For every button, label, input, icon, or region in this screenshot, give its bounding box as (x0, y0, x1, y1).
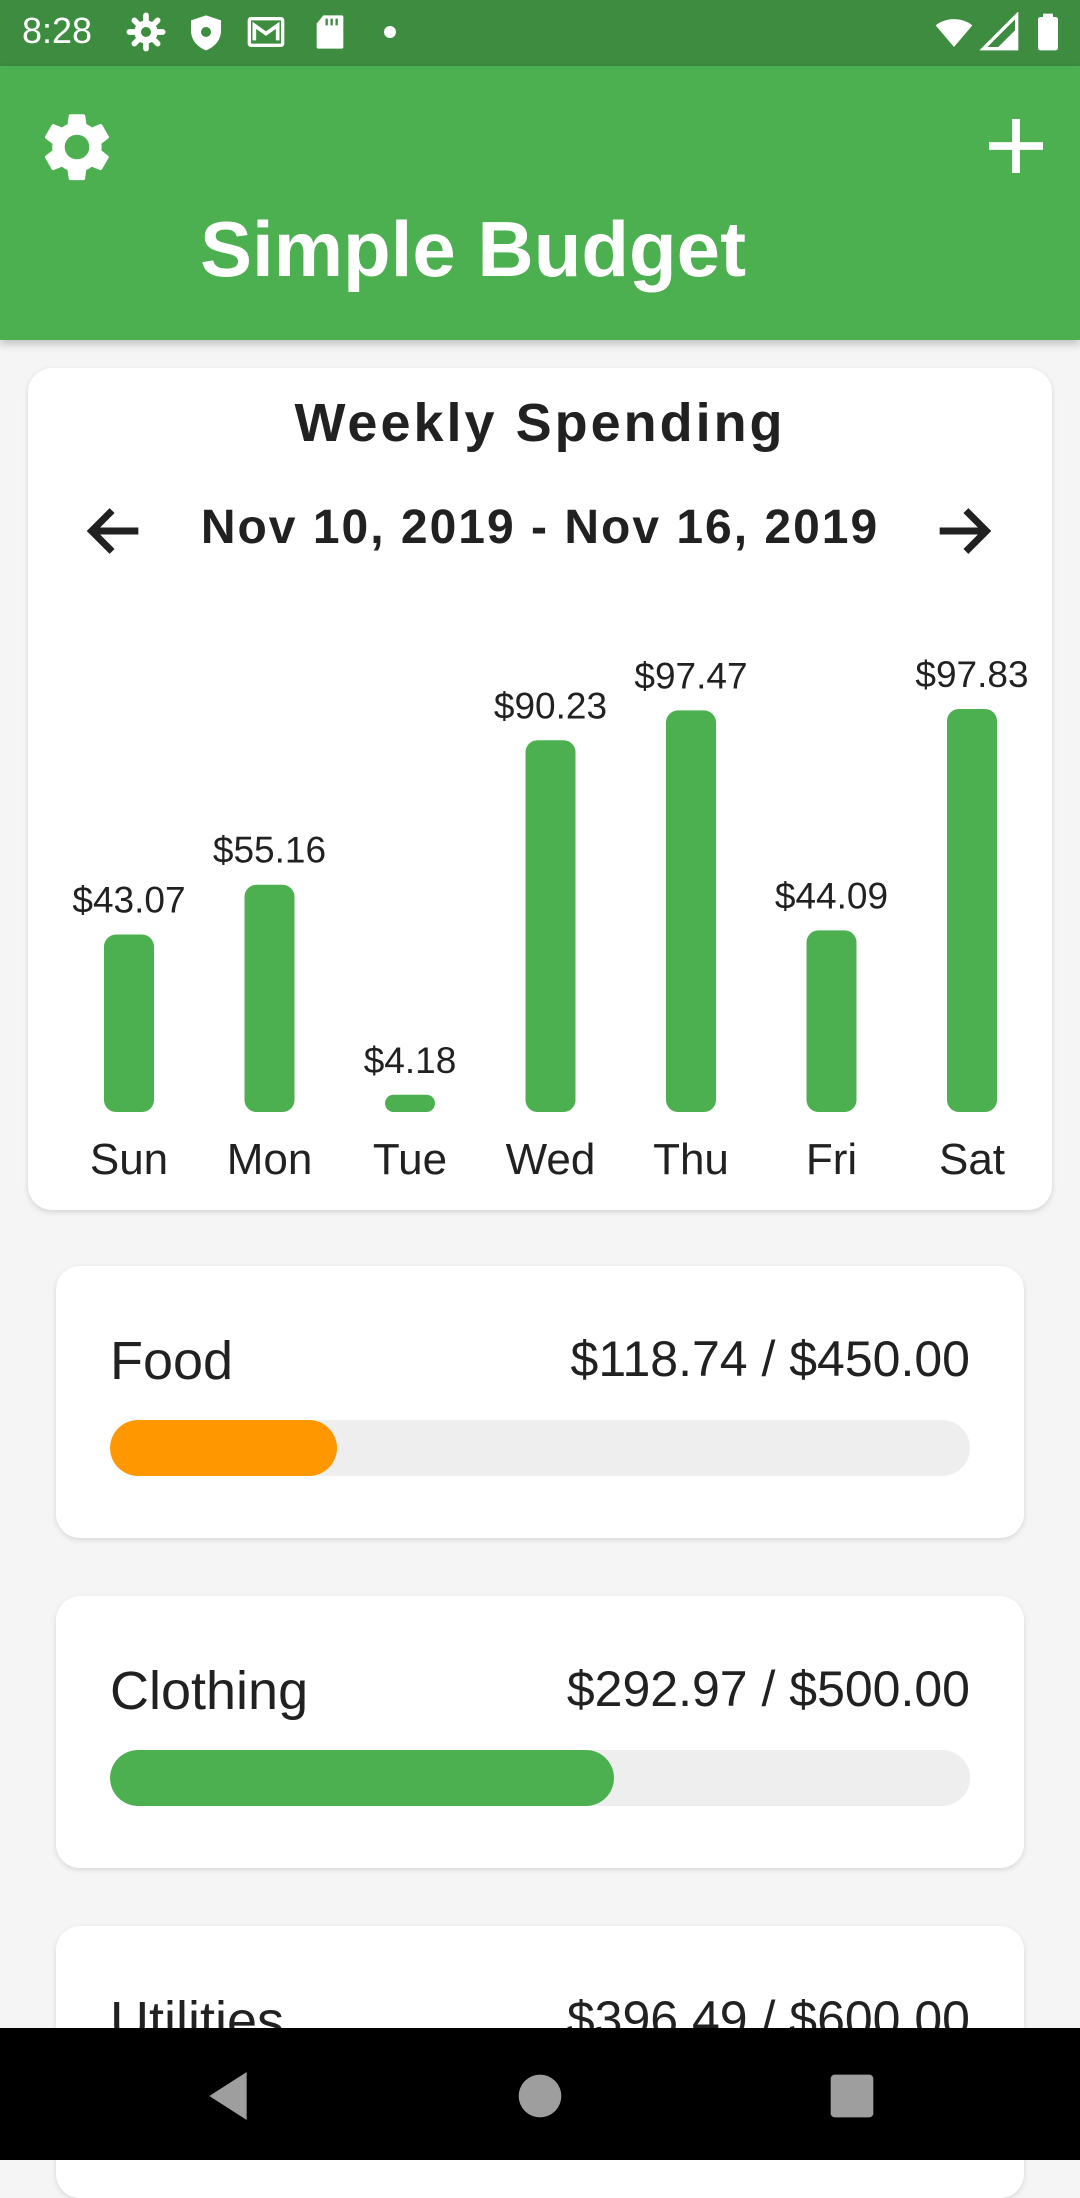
status-bar: 8:28 (0, 0, 1080, 66)
bar-tue (385, 1094, 435, 1112)
day-label: Sun (90, 1135, 168, 1184)
bar-chart: $43.07 Sun $55.16 Mon $4.18 Tue $90.23 Wed $97.4… (72, 654, 1028, 1184)
weekly-spending-card: Weekly Spending Nov 10, 2019 - Nov 16, 2… (28, 368, 1052, 1210)
bar-wed (525, 740, 576, 1112)
bar-sat (947, 708, 997, 1112)
dot-icon (384, 26, 396, 38)
day-label: Mon (227, 1135, 313, 1184)
bar-sun (104, 934, 154, 1112)
day-label: Tue (373, 1135, 447, 1184)
home-circle-icon[interactable] (508, 2064, 572, 2128)
budget-progress-track (110, 1420, 970, 1476)
budget-name: Food (110, 1331, 234, 1391)
bar-value-label: $90.23 (494, 685, 607, 726)
bar-value-label: $97.83 (915, 654, 1028, 695)
day-label: Fri (806, 1135, 857, 1184)
status-time: 8:28 (22, 10, 93, 51)
bar-value-label: $43.07 (72, 880, 185, 921)
sd-card-icon (316, 15, 344, 49)
back-triangle-icon[interactable] (196, 2064, 260, 2128)
day-label: Thu (653, 1135, 729, 1184)
wifi-icon (935, 19, 973, 47)
system-nav-bar (0, 2028, 1080, 2160)
bar-thu (666, 710, 716, 1112)
bar-value-label: $4.18 (364, 1040, 457, 1081)
gear-icon[interactable] (36, 106, 118, 188)
bar-value-label: $55.16 (213, 830, 326, 871)
app-title: Simple Budget (200, 205, 747, 293)
app-bar: Simple Budget (0, 66, 1080, 340)
budget-amount: $292.97 / $500.00 (566, 1661, 970, 1717)
signal-icon (979, 12, 1019, 51)
shield-icon (191, 15, 221, 51)
budget-card-clothing[interactable]: Clothing $292.97 / $500.00 (56, 1596, 1024, 1868)
bar-mon (244, 884, 295, 1112)
budget-card-food[interactable]: Food $118.74 / $450.00 (56, 1266, 1024, 1538)
day-label: Wed (506, 1135, 596, 1184)
bar-value-label: $97.47 (634, 655, 747, 696)
plus-icon[interactable] (980, 110, 1052, 182)
mail-icon (247, 17, 285, 47)
recents-square-icon[interactable] (820, 2064, 884, 2128)
bar-value-label: $44.09 (775, 875, 888, 916)
budget-progress-track (110, 1750, 970, 1806)
day-label: Sat (939, 1135, 1005, 1184)
gear-icon (126, 12, 166, 52)
battery-icon (1038, 13, 1058, 51)
bar-fri (806, 930, 857, 1112)
budget-name: Clothing (110, 1661, 309, 1721)
budget-amount: $118.74 / $450.00 (570, 1331, 970, 1387)
budget-progress-fill (110, 1750, 614, 1806)
budget-progress-fill (110, 1420, 337, 1476)
